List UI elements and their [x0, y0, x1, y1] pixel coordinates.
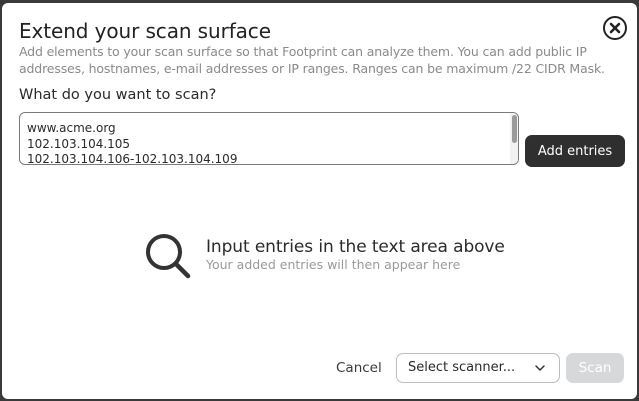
add-entries-button[interactable]: Add entries	[525, 135, 625, 167]
empty-state-title: Input entries in the text area above	[206, 237, 505, 257]
dialog-title: Extend your scan surface	[19, 19, 271, 43]
dialog-description: Add elements to your scan surface so tha…	[19, 44, 605, 76]
close-button[interactable]	[602, 15, 628, 41]
search-icon	[144, 232, 192, 280]
empty-state-subtitle: Your added entries will then appear here	[206, 257, 461, 272]
entries-textarea-container	[19, 112, 519, 165]
close-circle-icon	[603, 16, 627, 40]
textarea-scrollbar[interactable]	[510, 113, 518, 164]
textarea-scrollbar-thumb[interactable]	[512, 115, 517, 143]
entries-textarea[interactable]	[20, 113, 510, 164]
cancel-button[interactable]: Cancel	[336, 358, 382, 378]
scan-button[interactable]: Scan	[566, 353, 624, 383]
scan-input-label: What do you want to scan?	[19, 87, 217, 103]
extend-scan-surface-dialog: Extend your scan surface Add elements to…	[2, 3, 637, 399]
scanner-select-value: Select scanner...	[408, 360, 516, 375]
chevron-down-icon	[535, 365, 545, 371]
scanner-select[interactable]: Select scanner...	[396, 353, 560, 383]
